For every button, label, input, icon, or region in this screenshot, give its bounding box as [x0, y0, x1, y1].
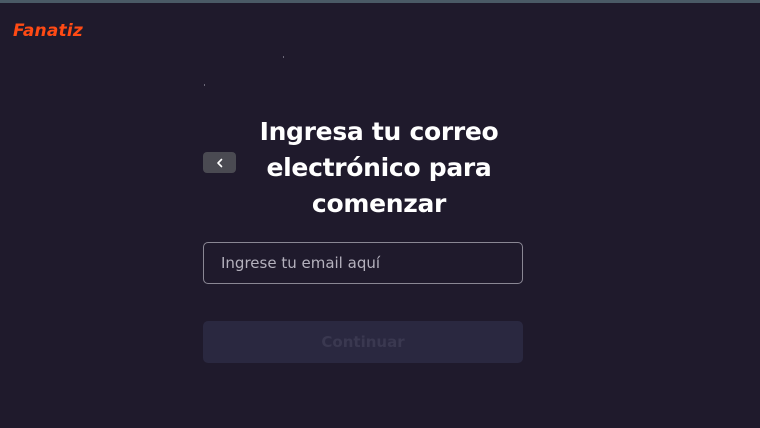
back-button[interactable] [203, 152, 236, 173]
continue-button[interactable]: Continuar [203, 321, 523, 363]
decorative-dot [283, 56, 284, 58]
email-field[interactable] [203, 242, 523, 284]
chevron-left-icon [216, 158, 222, 167]
decorative-dot [204, 84, 205, 86]
fanatiz-logo[interactable]: Fanatiz [13, 21, 83, 41]
page-title: Ingresa tu correo electrónico para comen… [259, 117, 499, 218]
window-top-border [0, 0, 760, 3]
